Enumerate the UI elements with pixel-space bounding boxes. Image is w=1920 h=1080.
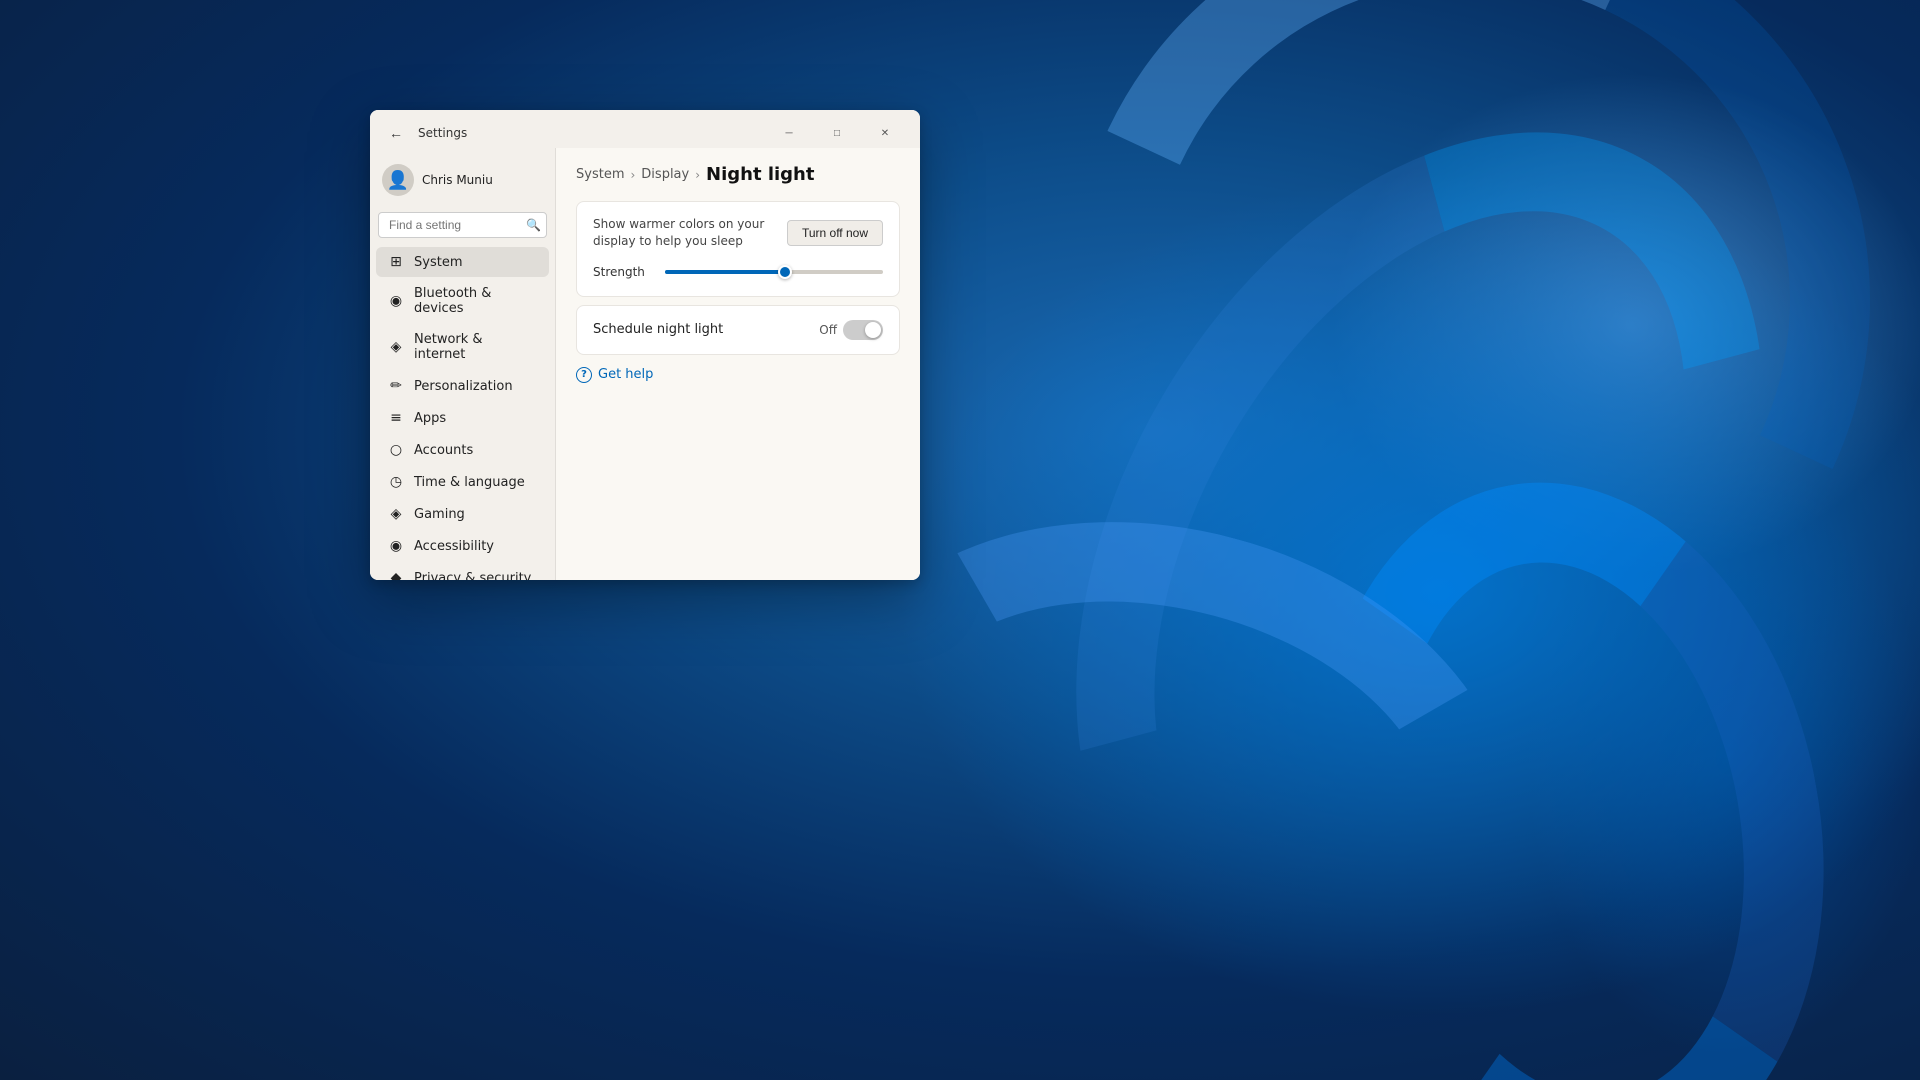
accounts-icon: ○ — [388, 442, 404, 458]
search-box: 🔍 — [378, 212, 547, 238]
breadcrumb-sep-2: › — [695, 168, 700, 182]
network-icon: ◈ — [388, 339, 404, 355]
schedule-card: Schedule night light Off — [576, 305, 900, 355]
sidebar-item-label-apps: Apps — [414, 411, 446, 426]
back-button[interactable]: ← — [382, 119, 410, 147]
help-question-mark: ? — [581, 369, 587, 380]
sidebar-item-label-personalization: Personalization — [414, 379, 513, 394]
strength-row: Strength — [593, 262, 883, 282]
personalization-icon: ✏ — [388, 378, 404, 394]
maximize-button[interactable]: □ — [814, 118, 860, 148]
close-button[interactable]: ✕ — [862, 118, 908, 148]
window-controls: ─ □ ✕ — [766, 118, 908, 148]
title-bar-left: ← Settings — [382, 119, 467, 147]
toggle-container: Off — [819, 320, 883, 340]
sidebar-item-personalization[interactable]: ✏ Personalization — [376, 371, 549, 401]
main-panel: System › Display › Night light Show warm… — [555, 148, 920, 580]
strength-slider-container — [665, 262, 883, 282]
sidebar-item-label-accounts: Accounts — [414, 443, 473, 458]
breadcrumb-sep-1: › — [630, 168, 635, 182]
sidebar-item-bluetooth[interactable]: ◉ Bluetooth & devices — [376, 279, 549, 323]
search-icon-button[interactable]: 🔍 — [526, 218, 541, 232]
help-icon: ? — [576, 367, 592, 383]
slider-thumb[interactable] — [778, 265, 792, 279]
accessibility-icon: ◉ — [388, 538, 404, 554]
breadcrumb-system[interactable]: System — [576, 167, 624, 182]
schedule-row: Schedule night light Off — [593, 320, 883, 340]
sidebar-item-label-gaming: Gaming — [414, 507, 465, 522]
night-light-card: Show warmer colors on your display to he… — [576, 201, 900, 297]
sidebar-item-label-time: Time & language — [414, 475, 525, 490]
sidebar-item-time[interactable]: ◷ Time & language — [376, 467, 549, 497]
get-help-section: ? Get help — [576, 367, 900, 383]
back-icon: ← — [389, 125, 403, 141]
sidebar-item-gaming[interactable]: ◈ Gaming — [376, 499, 549, 529]
sidebar-item-network[interactable]: ◈ Network & internet — [376, 325, 549, 369]
bluetooth-icon: ◉ — [388, 293, 404, 309]
sidebar-item-label-accessibility: Accessibility — [414, 539, 494, 554]
turn-off-button[interactable]: Turn off now — [787, 220, 883, 246]
avatar-icon: 👤 — [387, 170, 409, 191]
sidebar-item-privacy[interactable]: ◆ Privacy & security — [376, 563, 549, 580]
user-profile: 👤 Chris Muniu — [370, 156, 555, 208]
app-title: Settings — [418, 126, 467, 140]
sidebar-item-accessibility[interactable]: ◉ Accessibility — [376, 531, 549, 561]
apps-icon: ≡ — [388, 410, 404, 426]
sidebar-item-accounts[interactable]: ○ Accounts — [376, 435, 549, 465]
breadcrumb: System › Display › Night light — [576, 164, 900, 185]
slider-track — [665, 270, 883, 274]
sidebar-item-label-bluetooth: Bluetooth & devices — [414, 286, 537, 316]
night-light-description: Show warmer colors on your display to he… — [593, 216, 775, 250]
get-help-link[interactable]: Get help — [598, 367, 653, 382]
sidebar-item-label-privacy: Privacy & security — [414, 571, 531, 581]
schedule-label: Schedule night light — [593, 322, 723, 337]
slider-fill — [665, 270, 785, 274]
toggle-label: Off — [819, 323, 837, 337]
wallpaper — [0, 0, 1920, 1080]
content-area: 👤 Chris Muniu 🔍 ⊞ System ◉ Bluetooth & d… — [370, 148, 920, 580]
username: Chris Muniu — [422, 173, 493, 187]
sidebar-item-apps[interactable]: ≡ Apps — [376, 403, 549, 433]
breadcrumb-display[interactable]: Display — [641, 167, 689, 182]
privacy-icon: ◆ — [388, 570, 404, 580]
avatar: 👤 — [382, 164, 414, 196]
schedule-toggle[interactable] — [843, 320, 883, 340]
system-icon: ⊞ — [388, 254, 404, 270]
time-icon: ◷ — [388, 474, 404, 490]
strength-label: Strength — [593, 265, 653, 279]
search-input[interactable] — [378, 212, 547, 238]
sidebar-item-label-system: System — [414, 255, 462, 270]
settings-window: ← Settings ─ □ ✕ 👤 Chris Muniu — [370, 110, 920, 580]
minimize-button[interactable]: ─ — [766, 118, 812, 148]
title-bar: ← Settings ─ □ ✕ — [370, 110, 920, 148]
sidebar-item-label-network: Network & internet — [414, 332, 537, 362]
sidebar: 👤 Chris Muniu 🔍 ⊞ System ◉ Bluetooth & d… — [370, 148, 555, 580]
night-light-header-row: Show warmer colors on your display to he… — [593, 216, 883, 250]
gaming-icon: ◈ — [388, 506, 404, 522]
page-title: Night light — [706, 164, 814, 185]
sidebar-item-system[interactable]: ⊞ System — [376, 247, 549, 277]
search-icon: 🔍 — [526, 218, 541, 232]
